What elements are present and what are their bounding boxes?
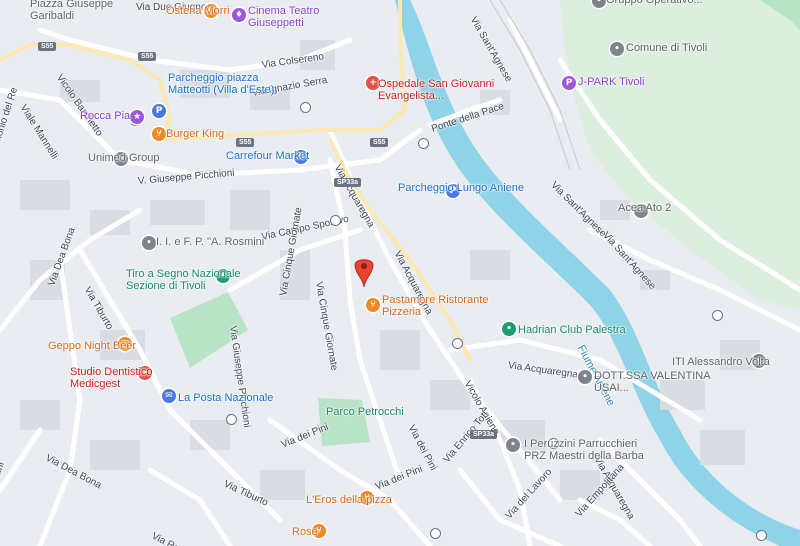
bus-stop-icon[interactable]	[226, 414, 237, 425]
poi-label[interactable]: Pastamore Ristorante Pizzeria	[382, 294, 512, 318]
poi-label[interactable]: Ospedale San Giovanni Evangelista...	[378, 78, 508, 102]
poi-label[interactable]: I Peruzzini Parrucchieri PRZ Maestri del…	[524, 438, 654, 462]
theater-icon[interactable]: ♦	[232, 8, 246, 22]
poi-label[interactable]: Acea Ato 2	[618, 202, 748, 214]
route-shield: SP33a	[334, 178, 362, 187]
poi-label[interactable]: Piazza Giuseppe Garibaldi	[30, 0, 160, 22]
poi-label[interactable]: Carrefour Market	[226, 150, 356, 162]
bus-stop-icon[interactable]	[452, 338, 463, 349]
poi-label[interactable]: L'Eros della pizza	[306, 494, 436, 506]
bus-stop-icon[interactable]	[430, 528, 441, 539]
poi-label[interactable]: ITI Alessandro Volta	[672, 356, 800, 368]
poi-label[interactable]: Burger King	[166, 128, 296, 140]
business-icon[interactable]: •	[578, 370, 592, 384]
city-hall-icon[interactable]: •	[610, 42, 624, 56]
map-canvas[interactable]: Via Due Giugno Vicolo Barchetto Via Colser…	[0, 0, 800, 546]
route-shield: SP33a	[470, 430, 498, 439]
route-shield: S55	[370, 138, 389, 147]
poi-label[interactable]: Geppo Night Beer	[48, 340, 178, 352]
poi-label[interactable]: Gruppo Operativo...	[606, 0, 736, 6]
bus-stop-icon[interactable]	[418, 138, 429, 149]
post-office-icon[interactable]: ✉	[162, 389, 176, 403]
poi-label[interactable]: La Posta Nazionale	[178, 392, 308, 404]
poi-label[interactable]: Hadrian Club Palestra	[518, 324, 648, 336]
gym-icon[interactable]: •	[502, 322, 516, 336]
poi-label[interactable]: Parco Petrocchi	[326, 406, 456, 418]
poi-label[interactable]: Studio Dentistico Medicgest	[70, 366, 200, 390]
poi-label[interactable]: Comune di Tivoli	[626, 42, 756, 54]
business-icon[interactable]: •	[506, 438, 520, 452]
restaurant-icon[interactable]: ⑂	[152, 127, 166, 141]
poi-label[interactable]: Unimed Group	[88, 152, 218, 164]
poi-label[interactable]: Rose	[292, 526, 422, 538]
poi-label[interactable]: DOTT.SSA VALENTINA USAI...	[594, 370, 724, 394]
poi-label[interactable]: Cinema Teatro Giuseppetti	[248, 5, 378, 29]
bus-stop-icon[interactable]	[712, 310, 723, 321]
bus-stop-icon[interactable]	[756, 530, 767, 541]
restaurant-icon[interactable]: ⑂	[366, 298, 380, 312]
poi-label[interactable]: Rocca Pia	[80, 110, 210, 122]
parking-icon[interactable]: P	[562, 76, 576, 90]
school-icon[interactable]: •	[142, 236, 156, 250]
poi-label[interactable]: Tiro a Segno Nazionale Sezione di Tivoli	[126, 268, 256, 292]
poi-label[interactable]: Parcheggio piazza Matteotti (Villa d'Est…	[168, 72, 298, 96]
route-shield: S55	[138, 52, 157, 61]
bus-stop-icon[interactable]	[300, 102, 311, 113]
route-shield: S55	[38, 42, 57, 51]
poi-label[interactable]: I. I. e F. P. "A. Rosmini	[156, 236, 286, 248]
poi-label[interactable]: Parcheggio Lungo Aniene	[398, 182, 528, 194]
bus-stop-icon[interactable]	[330, 215, 341, 226]
poi-label[interactable]: J-PARK Tivoli	[578, 76, 708, 88]
